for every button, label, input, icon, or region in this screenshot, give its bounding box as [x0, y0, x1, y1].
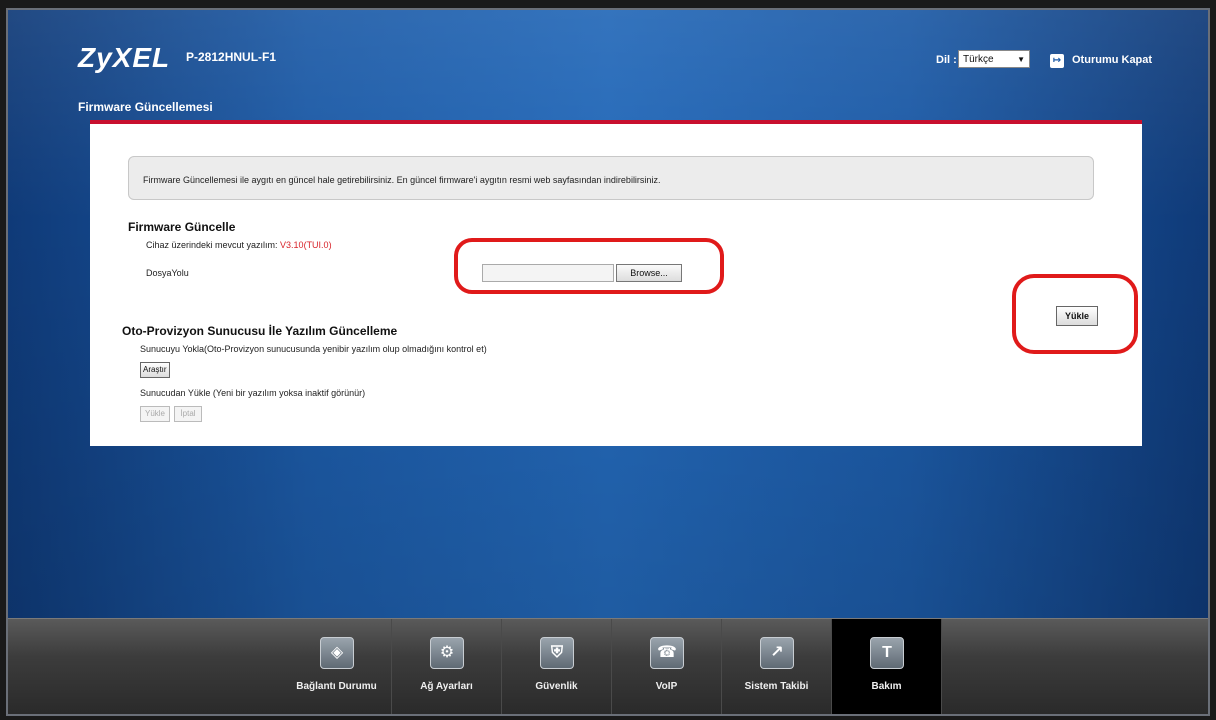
auto-provision-section-title: Oto-Provizyon Sunucusu İle Yazılım Günce…: [122, 324, 398, 338]
network-status-icon: ◈: [320, 637, 354, 669]
highlight-annotation-upload: [1012, 274, 1138, 354]
content-panel: Firmware Güncellemesi ile aygıtı en günc…: [90, 120, 1142, 446]
task-voip[interactable]: ☎ VoIP: [612, 619, 722, 714]
header: ZyXEL P-2812HNUL-F1 Dil : Türkçe ▼ ↦ Otu…: [8, 10, 1208, 90]
model-name: P-2812HNUL-F1: [186, 50, 277, 64]
file-path-label: DosyaYolu: [146, 268, 189, 278]
task-label: VoIP: [655, 681, 678, 692]
current-version-value: V3.10(TUI.0): [280, 240, 332, 250]
search-button[interactable]: Araştır: [140, 362, 170, 378]
firmware-section-title: Firmware Güncelle: [128, 220, 236, 234]
task-label: Bakım: [871, 681, 902, 692]
current-version-line: Cihaz üzerindeki mevcut yazılım: V3.10(T…: [146, 240, 332, 250]
task-connection-status[interactable]: ◈ Bağlantı Durumu: [282, 619, 392, 714]
auto-provision-load-text: Sunucudan Yükle (Yeni bir yazılım yoksa …: [140, 388, 366, 398]
language-value: Türkçe: [963, 53, 994, 65]
shield-icon: ⛨: [540, 637, 574, 669]
info-box: Firmware Güncellemesi ile aygıtı en günc…: [128, 156, 1094, 200]
task-label: Güvenlik: [535, 681, 578, 692]
gear-icon: ⚙: [430, 637, 464, 669]
task-label: Bağlantı Durumu: [296, 681, 377, 692]
server-load-button[interactable]: Yükle: [140, 406, 170, 422]
task-security[interactable]: ⛨ Güvenlik: [502, 619, 612, 714]
task-label: Ağ Ayarları: [420, 681, 473, 692]
monitor-chart-icon: ↗: [760, 637, 794, 669]
logout-icon[interactable]: ↦: [1050, 54, 1064, 68]
task-maintenance[interactable]: T Bakım: [832, 619, 942, 714]
chevron-down-icon: ▼: [1017, 54, 1025, 64]
router-admin-window: ZyXEL P-2812HNUL-F1 Dil : Türkçe ▼ ↦ Otu…: [6, 8, 1210, 716]
phone-icon: ☎: [650, 637, 684, 669]
cancel-button[interactable]: İptal: [174, 406, 202, 422]
logout-link[interactable]: Oturumu Kapat: [1072, 54, 1152, 66]
highlight-annotation-file: [454, 238, 724, 294]
current-version-label: Cihaz üzerindeki mevcut yazılım:: [146, 240, 281, 250]
task-system-monitor[interactable]: ↗ Sistem Takibi: [722, 619, 832, 714]
language-label: Dil :: [936, 54, 957, 66]
page-title: Firmware Güncellemesi: [78, 100, 213, 114]
maintenance-icon: T: [870, 637, 904, 669]
language-select[interactable]: Türkçe ▼: [958, 50, 1030, 68]
brand-logo: ZyXEL: [78, 42, 171, 73]
auto-provision-check-text: Sunucuyu Yokla(Oto-Provizyon sunucusunda…: [140, 344, 487, 354]
task-network-settings[interactable]: ⚙ Ağ Ayarları: [392, 619, 502, 714]
task-label: Sistem Takibi: [744, 681, 809, 692]
bottom-taskbar: ◈ Bağlantı Durumu ⚙ Ağ Ayarları ⛨ Güvenl…: [8, 618, 1208, 714]
